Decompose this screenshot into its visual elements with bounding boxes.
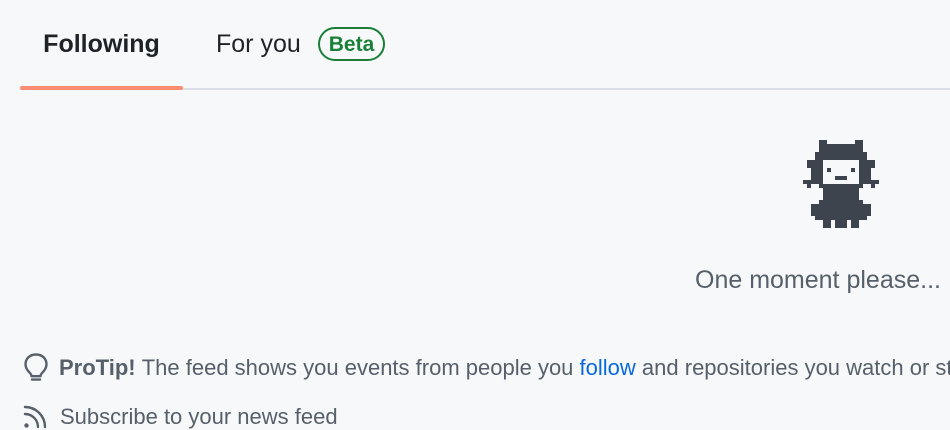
protip-text-after: and repositories you watch or star.: [641, 355, 950, 380]
follow-link[interactable]: follow: [580, 355, 636, 381]
protip-title: ProTip!: [59, 355, 136, 380]
loading-message: One moment please...: [695, 266, 941, 294]
subscribe-label: Subscribe to your news feed: [60, 404, 338, 429]
light-bulb-icon: [24, 353, 48, 381]
tab-for-you[interactable]: For you Beta: [216, 0, 386, 88]
subscribe-feed[interactable]: Subscribe to your news feed: [22, 404, 338, 430]
protip: ProTip! The feed shows you events from p…: [22, 352, 950, 384]
protip-text-before: The feed shows you events from people yo…: [141, 355, 574, 380]
tab-following[interactable]: Following: [20, 0, 183, 90]
feed-tabs: Following For you Beta: [20, 0, 950, 90]
mona-loading-icon: [803, 140, 879, 228]
beta-badge: Beta: [317, 27, 386, 61]
tab-for-you-label: For you: [216, 29, 301, 58]
rss-icon: [23, 405, 47, 429]
tab-following-label: Following: [43, 29, 160, 58]
